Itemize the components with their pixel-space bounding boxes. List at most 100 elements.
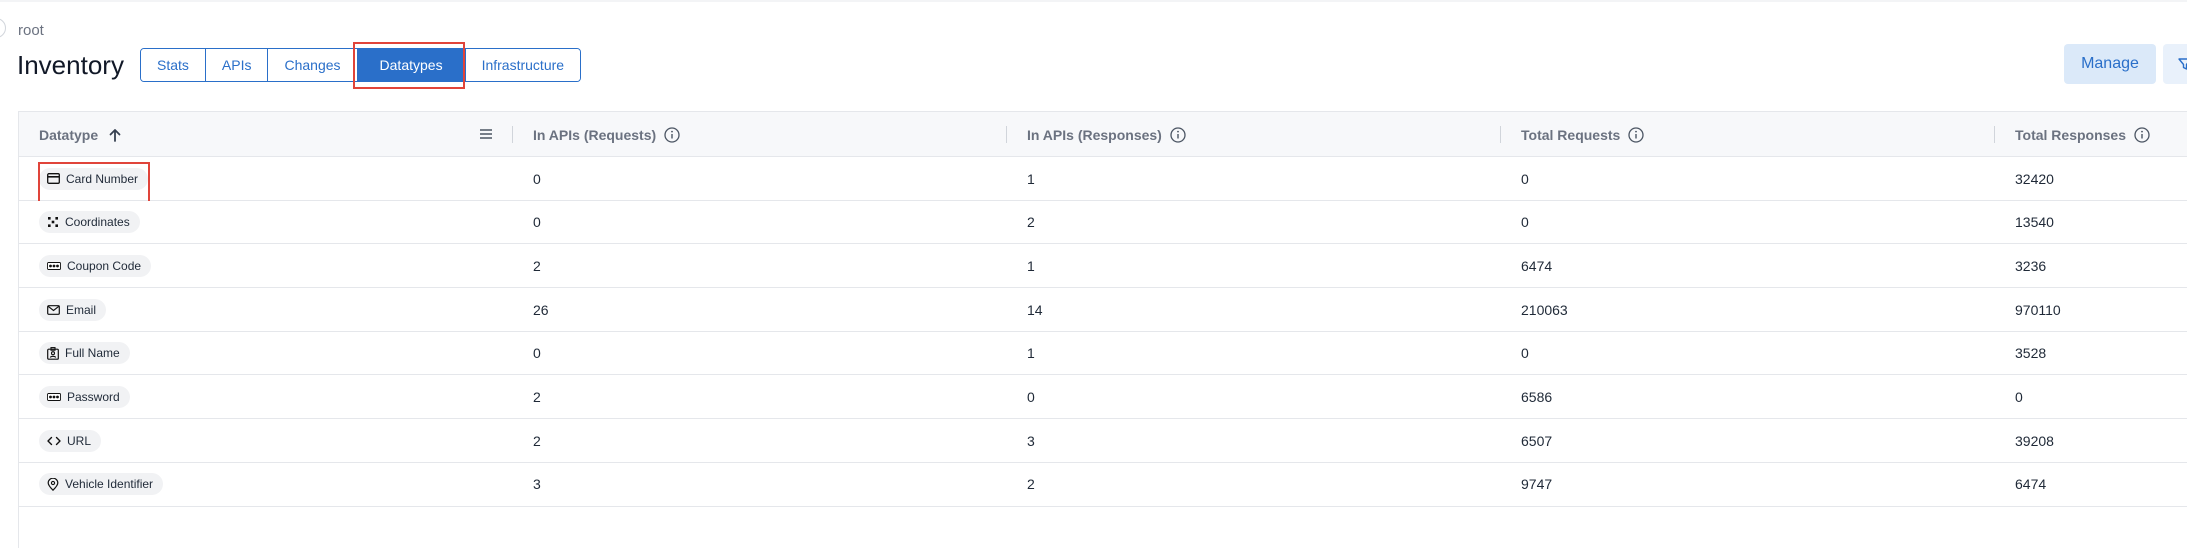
column-header-label: Datatype	[39, 126, 99, 143]
datatype-cell[interactable]: Password	[39, 375, 130, 418]
coordinates-icon	[48, 217, 58, 228]
column-header-label: Total Responses	[2015, 126, 2126, 143]
top-divider	[0, 0, 2187, 2]
table-row[interactable]: Email 26 14 210063 970110	[19, 288, 2187, 332]
column-header-total-responses[interactable]: Total Responses	[2015, 112, 2150, 157]
datatype-cell[interactable]: Email	[39, 288, 107, 331]
column-header-responses-apis[interactable]: In APIs (Responses)	[1027, 112, 1186, 157]
datatype-cell[interactable]: Vehicle Identifier	[39, 463, 164, 506]
datatype-chip[interactable]: Full Name	[39, 342, 130, 365]
datatype-label: Coupon Code	[67, 258, 142, 273]
info-icon[interactable]	[2134, 126, 2150, 143]
total-responses-cell: 13540	[2015, 214, 2054, 231]
id-badge-icon	[47, 346, 59, 360]
total-responses-cell: 3236	[2015, 257, 2047, 274]
total-requests-cell: 6507	[1521, 432, 1553, 449]
dots-icon	[47, 261, 61, 270]
total-responses-cell: 3528	[2015, 345, 2047, 362]
filter-button[interactable]	[2163, 44, 2187, 84]
datatype-label: Email	[66, 302, 97, 317]
datatype-cell[interactable]: Card Number	[39, 157, 149, 200]
tab-infrastructure[interactable]: Infrastructure	[465, 49, 581, 81]
column-menu-icon[interactable]	[479, 127, 493, 141]
datatype-chip[interactable]: Vehicle Identifier	[39, 473, 164, 496]
datatype-label: Full Name	[65, 346, 120, 361]
info-icon[interactable]	[1628, 126, 1644, 143]
responses-apis-cell: 3	[1027, 432, 1035, 449]
responses-apis-cell: 0	[1027, 388, 1035, 405]
column-header-label: In APIs (Responses)	[1027, 126, 1162, 143]
requests-apis-cell: 2	[533, 388, 541, 405]
datatype-chip[interactable]: Card Number	[39, 167, 149, 190]
table-row[interactable]: Vehicle Identifier 3 2 9747 6474	[19, 462, 2187, 507]
breadcrumb[interactable]: root	[18, 22, 44, 39]
tab-changes[interactable]: Changes	[268, 49, 358, 81]
datatype-chip[interactable]: Email	[39, 298, 107, 321]
datatype-label: Coordinates	[65, 215, 130, 230]
code-icon	[47, 436, 61, 445]
responses-apis-cell: 2	[1027, 214, 1035, 231]
tab-group: Stats APIs Changes Datatypes Infrastruct…	[140, 48, 582, 82]
column-resizer[interactable]	[1006, 126, 1007, 143]
table-row[interactable]: Coupon Code 2 1 6474 3236	[19, 244, 2187, 289]
table-row[interactable]: Full Name 0 1 0 3528	[19, 331, 2187, 376]
datatype-chip[interactable]: URL	[39, 429, 102, 452]
total-requests-cell: 9747	[1521, 476, 1553, 493]
table-row[interactable]: Coordinates 0 2 0 13540	[19, 200, 2187, 245]
datatypes-table: Datatype In APIs (Requests) In APIs (Res…	[18, 111, 2187, 548]
requests-apis-cell: 0	[533, 170, 541, 187]
info-icon[interactable]	[664, 126, 680, 143]
sort-ascending-icon[interactable]	[108, 127, 122, 143]
datatype-label: Vehicle Identifier	[65, 477, 154, 492]
table-row[interactable]: URL 2 3 6507 39208	[19, 419, 2187, 463]
total-requests-cell: 210063	[1521, 301, 1568, 318]
requests-apis-cell: 26	[533, 301, 549, 318]
column-resizer[interactable]	[1500, 126, 1501, 143]
dots-icon	[47, 392, 61, 401]
tab-datatypes[interactable]: Datatypes	[357, 49, 466, 81]
responses-apis-cell: 14	[1027, 301, 1043, 318]
total-responses-cell: 970110	[2015, 301, 2061, 318]
requests-apis-cell: 0	[533, 214, 541, 231]
datatype-label: Password	[67, 389, 120, 404]
total-responses-cell: 0	[2015, 388, 2023, 405]
total-responses-cell: 32420	[2015, 170, 2054, 187]
datatype-cell[interactable]: Coordinates	[39, 201, 140, 244]
datatype-chip[interactable]: Coordinates	[39, 211, 140, 234]
requests-apis-cell: 2	[533, 257, 541, 274]
column-header-total-requests[interactable]: Total Requests	[1521, 112, 1644, 157]
datatype-cell[interactable]: Full Name	[39, 332, 130, 375]
page: root Inventory Stats APIs Changes Dataty…	[0, 0, 2187, 548]
datatype-chip[interactable]: Password	[39, 385, 130, 408]
responses-apis-cell: 2	[1027, 476, 1035, 493]
table-header: Datatype In APIs (Requests) In APIs (Res…	[19, 112, 2187, 157]
requests-apis-cell: 2	[533, 432, 541, 449]
location-pin-icon	[47, 477, 59, 491]
table-row[interactable]: Password 2 0 6586 0	[19, 375, 2187, 420]
responses-apis-cell: 1	[1027, 170, 1035, 187]
datatype-chip[interactable]: Coupon Code	[39, 254, 152, 277]
responses-apis-cell: 1	[1027, 345, 1035, 362]
back-button[interactable]	[0, 18, 6, 38]
datatype-cell[interactable]: Coupon Code	[39, 244, 152, 287]
datatype-cell[interactable]: URL	[39, 419, 102, 462]
column-header-label: Total Requests	[1521, 126, 1621, 143]
info-icon[interactable]	[1170, 126, 1186, 143]
total-responses-cell: 6474	[2015, 476, 2047, 493]
column-resizer[interactable]	[512, 126, 513, 143]
page-title: Inventory	[17, 50, 124, 80]
requests-apis-cell: 3	[533, 476, 541, 493]
column-header-datatype[interactable]: Datatype	[39, 112, 122, 157]
table-row[interactable]: Card Number 0 1 0 32420	[19, 157, 2187, 204]
filter-icon	[2178, 58, 2187, 70]
column-resizer[interactable]	[1994, 126, 1995, 143]
tab-apis[interactable]: APIs	[205, 49, 269, 81]
tab-stats[interactable]: Stats	[141, 49, 206, 81]
column-header-requests-apis[interactable]: In APIs (Requests)	[533, 112, 680, 157]
requests-apis-cell: 0	[533, 345, 541, 362]
total-requests-cell: 0	[1521, 214, 1529, 231]
manage-button[interactable]: Manage	[2064, 44, 2156, 84]
total-requests-cell: 6586	[1521, 388, 1553, 405]
datatype-label: Card Number	[66, 171, 139, 186]
total-requests-cell: 0	[1521, 345, 1529, 362]
